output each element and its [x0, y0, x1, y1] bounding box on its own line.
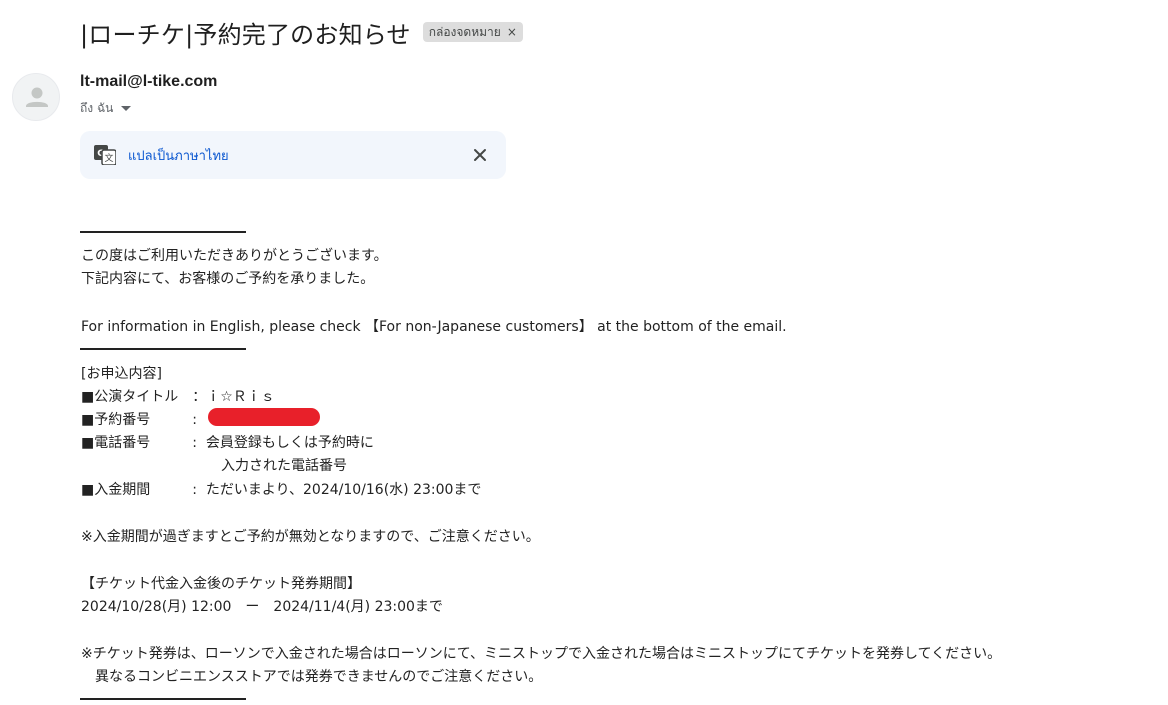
inbox-label-chip[interactable]: กล่องจดหมาย × — [422, 22, 523, 42]
sender-avatar[interactable] — [12, 73, 60, 121]
person-icon — [26, 87, 48, 107]
greeting-line-1: この度はご利用いただきありがとうございます。 — [81, 248, 388, 264]
ticket-period-header: 【チケット代金入金後のチケット発券期間】 — [81, 576, 361, 592]
phone-row-1: ■電話番号 : 会員登録もしくは予約時に — [81, 435, 374, 451]
payment-deadline-row: ■入金期間 : ただいまより、2024/10/16(水) 23:00まで — [81, 482, 482, 498]
email-header: |ローチケ|予約完了のお知らせ กล่องจดหมาย × — [80, 12, 523, 52]
sender-email[interactable]: lt-mail@l-tike.com — [80, 73, 217, 91]
reservation-number-row: ■予約番号 : — [81, 412, 197, 428]
divider-line — [80, 348, 246, 350]
svg-text:文: 文 — [104, 152, 113, 164]
performance-title-row: ■公演タイトル ：ｉ☆Ｒｉｓ — [81, 389, 275, 405]
translate-bar: G 文 แปลเป็นภาษาไทย — [80, 131, 506, 179]
divider-line — [80, 231, 246, 233]
english-note: For information in English, please check… — [81, 319, 787, 335]
close-icon[interactable] — [470, 145, 490, 165]
issue-note-2: 異なるコンビニエンスストアでは発券できませんのでご注意ください。 — [81, 669, 543, 685]
issue-note-1: ※チケット発券は、ローソンで入金された場合はローソンにて、ミニストップで入金され… — [81, 646, 1002, 662]
recipient-label: ถึง ฉัน — [80, 101, 114, 115]
ticket-period: 2024/10/28(月) 12:00 ー 2024/11/4(月) 23:00… — [81, 599, 443, 615]
greeting-line-2: 下記内容にて、お客様のご予約を承りました。 — [81, 271, 375, 287]
translate-icon: G 文 — [94, 145, 116, 165]
phone-row-2: 入力された電話番号 — [81, 458, 347, 474]
email-subject: |ローチケ|予約完了のお知らせ — [80, 20, 411, 49]
section-header: [お申込内容] — [81, 366, 162, 382]
chevron-down-icon[interactable] — [121, 106, 132, 111]
inbox-label-text: กล่องจดหมาย — [428, 25, 501, 39]
divider-line — [80, 698, 246, 700]
remove-label-icon[interactable]: × — [507, 22, 517, 42]
redaction-mark — [208, 408, 320, 426]
payment-warning: ※入金期間が過ぎますとご予約が無効となりますので、ご注意ください。 — [81, 529, 540, 545]
recipient-row[interactable]: ถึง ฉัน — [80, 99, 132, 118]
translate-link[interactable]: แปลเป็นภาษาไทย — [128, 145, 229, 166]
